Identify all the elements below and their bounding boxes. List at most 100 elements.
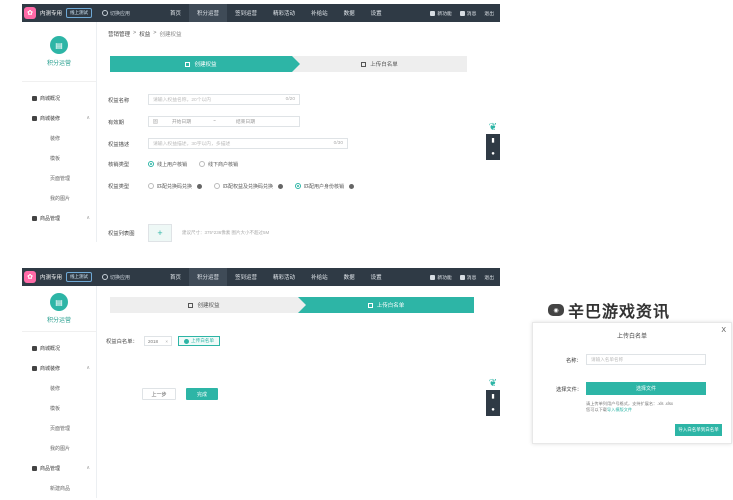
nav-checkin[interactable]: 签到运营 bbox=[227, 4, 265, 22]
close-icon[interactable]: × bbox=[165, 339, 168, 344]
overview-icon bbox=[32, 345, 37, 351]
new-feature-label: 新功能 bbox=[437, 11, 452, 17]
new-feature-label: 新功能 bbox=[437, 275, 452, 281]
radio-dot bbox=[199, 161, 206, 167]
whitelist-tag[interactable]: 2018 × bbox=[144, 336, 172, 346]
help-icon[interactable] bbox=[197, 183, 203, 189]
bottom-navbar: ✿ 内测专用 线上测试 切换应用 首页 积分运营 签到运营 精彩活动 补给站 数… bbox=[22, 268, 500, 286]
help-icon[interactable] bbox=[278, 183, 284, 189]
switch-app-button[interactable]: 切换应用 bbox=[102, 10, 130, 17]
upload-whitelist-button[interactable]: 上传白名单 bbox=[178, 336, 220, 346]
circle-icon[interactable]: ● bbox=[486, 403, 500, 416]
benefit-desc-count: 0/30 bbox=[333, 141, 343, 146]
sidebar-item-template[interactable]: 模板 bbox=[22, 398, 96, 418]
logout-link[interactable]: 退出 bbox=[484, 10, 494, 17]
choose-file-button[interactable]: 选择文件 bbox=[586, 382, 706, 395]
sidebar-item-goods[interactable]: 商品管理 ∧ bbox=[22, 458, 96, 478]
message-link[interactable]: 消息 bbox=[459, 10, 476, 17]
modal-tip-line2: 您可以下载导入模版文件 bbox=[586, 407, 716, 413]
import-whitelist-button[interactable]: 导入白名单到白名单 bbox=[675, 424, 722, 436]
message-link[interactable]: 消息 bbox=[459, 274, 476, 281]
breadcrumb-separator: > bbox=[133, 30, 137, 36]
goods-icon bbox=[32, 215, 37, 221]
download-template-link[interactable]: 导入模版文件 bbox=[607, 407, 632, 412]
nav-checkin[interactable]: 签到运营 bbox=[227, 268, 265, 286]
sidebar-item-decorate[interactable]: 装修 bbox=[22, 378, 96, 398]
breadcrumb-benefits[interactable]: 权益 bbox=[139, 30, 150, 38]
sidebar-item-mall-decor[interactable]: 商城装修 ∧ bbox=[22, 108, 96, 128]
date-separator: ~ bbox=[213, 119, 216, 124]
nav-points[interactable]: 积分运营 bbox=[189, 268, 228, 286]
help-icon[interactable] bbox=[349, 183, 355, 189]
brand: ✿ 内测专用 线上测试 bbox=[22, 4, 93, 22]
nav-data[interactable]: 数据 bbox=[336, 4, 363, 22]
sidebar-item-decorate[interactable]: 装修 bbox=[22, 128, 96, 148]
circle-icon[interactable]: ● bbox=[486, 147, 500, 160]
watermark: ◉ 辛巴游戏资讯 bbox=[548, 298, 670, 322]
nav-data[interactable]: 数据 bbox=[336, 268, 363, 286]
switch-app-button[interactable]: 切换应用 bbox=[102, 274, 130, 281]
whitelist-row: 权益白名单： 2018 × 上传白名单 bbox=[106, 336, 220, 346]
sidebar-item-label: 商城装修 bbox=[40, 115, 61, 122]
new-feature-link[interactable]: 新功能 bbox=[430, 10, 452, 17]
start-date-placeholder: 开始日期 bbox=[171, 120, 192, 125]
gamepad-icon: ◉ bbox=[548, 304, 564, 316]
nav-settings[interactable]: 设置 bbox=[363, 4, 390, 22]
sidebar-menu: 商城概况 商城装修 ∧ 装修 模板 页面管理 我的图片 商品管理 ∧ 新建商品 bbox=[22, 332, 96, 498]
nav-activities[interactable]: 精彩活动 bbox=[265, 268, 303, 286]
sidebar-item-pages[interactable]: 页面管理 bbox=[22, 168, 96, 188]
close-icon[interactable]: X bbox=[721, 327, 726, 334]
prev-step-button[interactable]: 上一步 bbox=[142, 388, 176, 400]
sidebar-item-new-goods[interactable]: 新建商品 bbox=[22, 478, 96, 498]
step-create-benefit[interactable]: 创建权益 bbox=[110, 56, 300, 72]
type-benefit-code-radio[interactable]: 匹配权益及兑换码兑换 bbox=[214, 183, 284, 190]
date-range-input[interactable]: 固 开始日期 ~ 结束日期 bbox=[148, 116, 300, 127]
breadcrumb-separator: > bbox=[153, 30, 157, 36]
sidebar-item-mall-overview[interactable]: 商城概况 bbox=[22, 88, 96, 108]
brand-badge: 线上测试 bbox=[66, 8, 93, 18]
breadcrumb-marketing[interactable]: 营销管理 bbox=[108, 30, 130, 38]
verify-online-radio[interactable]: 线上用户核销 bbox=[148, 161, 187, 168]
nav-home[interactable]: 首页 bbox=[162, 4, 189, 22]
benefit-name-input[interactable]: 请输入权益名称，20个以内 0/20 bbox=[148, 94, 300, 105]
chevron-up-icon: ∧ bbox=[86, 215, 90, 221]
sidebar-item-images[interactable]: 我的图片 bbox=[22, 188, 96, 208]
step-upload-whitelist[interactable]: 上传白名单 bbox=[298, 297, 474, 313]
nav-supply[interactable]: 补给站 bbox=[303, 268, 336, 286]
brand-logo-icon: ✿ bbox=[24, 271, 36, 283]
step-create-benefit[interactable]: 创建权益 bbox=[110, 297, 306, 313]
step-bar-bottom: 创建权益 上传白名单 bbox=[110, 297, 474, 313]
nav-supply[interactable]: 补给站 bbox=[303, 4, 336, 22]
benefit-desc-input[interactable]: 请输入权益描述，30字以内，多描述 0/30 bbox=[148, 138, 348, 149]
image-hint: 建议尺寸：375*236像素 图片大小不超过5M bbox=[182, 230, 270, 235]
image-upload-button[interactable]: + bbox=[148, 224, 172, 242]
step-upload-whitelist[interactable]: 上传白名单 bbox=[292, 56, 467, 72]
logout-link[interactable]: 退出 bbox=[484, 274, 494, 281]
type-identity-radio[interactable]: 匹配用户身份核销 bbox=[295, 183, 355, 190]
sidebar-item-goods[interactable]: 商品管理 ∧ bbox=[22, 208, 96, 228]
bookmark-icon[interactable]: ▮ bbox=[486, 390, 500, 403]
step-buttons: 上一步 完成 bbox=[142, 388, 218, 400]
sidebar-item-images[interactable]: 我的图片 bbox=[22, 438, 96, 458]
sidebar-menu: 商城概况 商城装修 ∧ 装修 模板 页面管理 我的图片 商品管理 ∧ bbox=[22, 82, 96, 228]
nav-activities[interactable]: 精彩活动 bbox=[265, 4, 303, 22]
finish-button[interactable]: 完成 bbox=[186, 388, 218, 400]
sidebar-item-template[interactable]: 模板 bbox=[22, 148, 96, 168]
sidebar-item-mall-overview[interactable]: 商城概况 bbox=[22, 338, 96, 358]
nav-points[interactable]: 积分运营 bbox=[189, 4, 228, 22]
nav-settings[interactable]: 设置 bbox=[363, 268, 390, 286]
verify-offline-radio[interactable]: 线下商户核销 bbox=[199, 161, 238, 168]
new-feature-link[interactable]: 新功能 bbox=[430, 274, 452, 281]
modal-name-input[interactable]: 请输入名单名称 bbox=[586, 354, 706, 365]
whitelist-label: 权益白名单： bbox=[106, 339, 138, 345]
list-image-row: 权益列表图 + 建议尺寸：375*236像素 图片大小不超过5M bbox=[108, 224, 269, 242]
bell-icon bbox=[459, 274, 465, 280]
sidebar-item-mall-decor[interactable]: 商城装修 ∧ bbox=[22, 358, 96, 378]
sidebar-item-pages[interactable]: 页面管理 bbox=[22, 418, 96, 438]
type-code-radio[interactable]: 匹配兑换码兑换 bbox=[148, 183, 203, 190]
bookmark-icon[interactable]: ▮ bbox=[486, 134, 500, 147]
step-bar-top: 创建权益 上传白名单 bbox=[110, 56, 467, 72]
brand: ✿ 内测专用 线上测试 bbox=[22, 268, 93, 286]
nav-home[interactable]: 首页 bbox=[162, 268, 189, 286]
main-nav: 首页 积分运营 签到运营 精彩活动 补给站 数据 设置 bbox=[162, 4, 390, 22]
